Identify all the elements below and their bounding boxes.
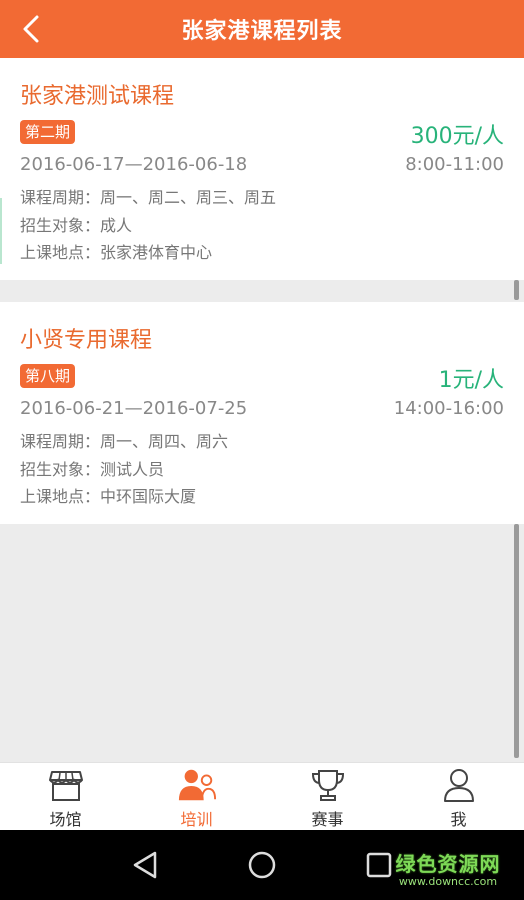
course-dates: 2016-06-17—2016-06-18 [20,154,248,175]
bottom-tab-bar: 场馆 培训 赛事 我 [0,762,524,830]
tab-label: 赛事 [311,810,344,829]
trophy-icon [311,770,344,801]
system-back-button[interactable] [128,848,162,882]
circle-home-icon [248,851,276,879]
course-card[interactable]: 张家港测试课程 第二期 300元/人 2016-06-17—2016-06-18… [0,58,524,280]
tab-events[interactable]: 赛事 [262,763,393,830]
watermark-url: www.downcc.com [398,875,498,888]
scrollbar[interactable] [514,524,519,758]
course-cycle: 课程周期：周一、周四、周六 [20,432,229,451]
course-target: 招生对象：测试人员 [20,460,165,479]
user-icon [443,769,474,802]
period-badge: 第八期 [20,364,76,388]
watermark-title: 绿色资源网 [395,852,501,876]
course-time: 14:00-16:00 [393,398,504,419]
edge-accent [0,198,2,264]
tab-venue[interactable]: 场馆 [0,763,131,830]
watermark: 绿色资源网 www.downcc.com [388,848,508,888]
page-title: 张家港课程列表 [181,19,343,44]
course-name: 小贤专用课程 [20,328,153,353]
course-price: 1元/人 [438,368,504,393]
tab-training[interactable]: 培训 [131,763,262,830]
course-name: 张家港测试课程 [20,84,175,109]
period-badge: 第二期 [20,120,76,144]
tab-label: 培训 [180,810,213,829]
course-location: 上课地点：张家港体育中心 [20,243,213,262]
system-home-button[interactable] [245,848,279,882]
course-cycle: 课程周期：周一、周二、周三、周五 [20,188,277,207]
tab-label: 我 [450,810,467,829]
tab-me[interactable]: 我 [393,763,524,830]
training-icon [178,769,216,801]
course-target: 招生对象：成人 [20,216,133,235]
course-time: 8:00-11:00 [405,154,504,175]
tab-label: 场馆 [49,810,82,829]
triangle-back-icon [133,851,157,879]
course-location: 上课地点：中环国际大厦 [20,487,197,506]
back-button[interactable] [14,12,48,46]
course-dates: 2016-06-21—2016-07-25 [20,398,248,419]
venue-icon [48,771,83,801]
scrollbar[interactable] [514,280,519,300]
course-price: 300元/人 [410,124,504,149]
back-arrow-icon [23,15,39,43]
course-card[interactable]: 小贤专用课程 第八期 1元/人 2016-06-21—2016-07-25 14… [0,302,524,524]
title-bar: 张家港课程列表 [0,0,524,58]
course-list: 张家港测试课程 第二期 300元/人 2016-06-17—2016-06-18… [0,58,524,762]
